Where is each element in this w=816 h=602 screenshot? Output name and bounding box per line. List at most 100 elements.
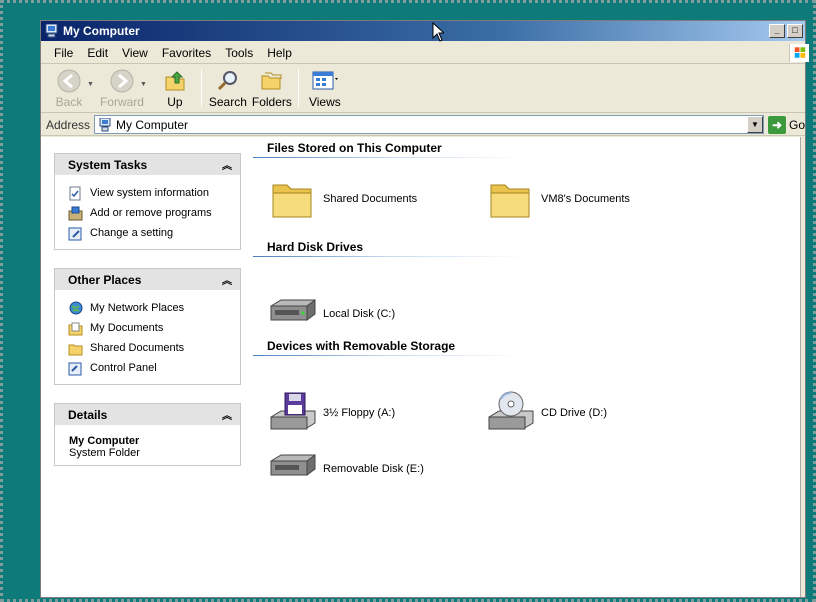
- search-icon: [217, 71, 237, 91]
- section-files-stored: Files Stored on This Computer: [253, 141, 529, 159]
- system-information-icon: [69, 186, 81, 200]
- toolbar-separator: [200, 69, 202, 107]
- my-documents-icon: [68, 322, 83, 335]
- removable-disk-icon: [270, 454, 316, 476]
- section-title: Files Stored on This Computer: [267, 141, 442, 155]
- toolbar-separator-2: [297, 69, 299, 107]
- section-divider: [253, 256, 529, 257]
- floppy-drive-icon: [270, 392, 316, 430]
- mouse-cursor-icon: [432, 22, 444, 42]
- system-tasks-panel: System Tasks ︽ View system information A…: [54, 153, 241, 250]
- add-remove-programs-icon: [68, 206, 83, 220]
- forward-arrow-icon: [110, 69, 134, 93]
- details-header[interactable]: Details ︽: [54, 403, 241, 425]
- minimize-button[interactable]: _: [769, 24, 785, 38]
- network-places-icon: [69, 301, 83, 314]
- computer-icon: [45, 24, 58, 38]
- other-places-title: Other Places: [68, 272, 142, 287]
- item-label: Shared Documents: [323, 193, 418, 205]
- other-places-panel: Other Places ︽ My Network Places My Docu…: [54, 268, 241, 385]
- item-cd-drive-d[interactable]: CD Drive (D:): [487, 391, 607, 435]
- task-change-setting[interactable]: Change a setting: [68, 223, 240, 243]
- menu-help[interactable]: Help: [260, 46, 299, 60]
- up-button[interactable]: Up: [153, 69, 197, 109]
- address-dropdown-button[interactable]: ▼: [746, 116, 763, 133]
- task-pane: System Tasks ︽ View system information A…: [41, 137, 251, 597]
- task-label: Change a setting: [90, 227, 174, 239]
- forward-label: Forward: [99, 95, 144, 109]
- other-places-header[interactable]: Other Places ︽: [54, 268, 241, 290]
- task-label: Add or remove programs: [90, 207, 212, 219]
- folders-icon: [261, 72, 282, 90]
- back-label: Back: [55, 95, 83, 109]
- address-label: Address: [46, 117, 91, 132]
- details-panel: Details ︽ My Computer System Folder: [54, 403, 241, 466]
- task-view-system-information[interactable]: View system information: [68, 183, 240, 203]
- go-button[interactable]: ➜ Go: [767, 115, 805, 134]
- place-label: My Network Places: [90, 302, 185, 314]
- change-setting-icon: [68, 227, 82, 240]
- place-my-network-places[interactable]: My Network Places: [68, 298, 240, 318]
- collapse-chevron-icon[interactable]: ︽: [222, 407, 232, 422]
- menu-view[interactable]: View: [115, 46, 155, 60]
- cd-drive-icon: [488, 391, 534, 430]
- place-my-documents[interactable]: My Documents: [68, 318, 240, 338]
- items-view: Files Stored on This Computer Shared Doc…: [251, 137, 801, 597]
- toolbar: Back ▼ Forward ▼ Up Search Folders Views: [41, 65, 805, 113]
- address-bar: Address My Computer ▼ ➜ Go: [41, 114, 805, 136]
- item-shared-documents[interactable]: Shared Documents: [269, 177, 417, 221]
- place-control-panel[interactable]: Control Panel: [68, 358, 240, 378]
- place-shared-documents[interactable]: Shared Documents: [68, 338, 240, 358]
- views-label: Views: [308, 95, 341, 109]
- section-divider: [253, 157, 529, 158]
- item-vm8-documents[interactable]: VM8's Documents: [487, 177, 630, 221]
- go-label: Go: [788, 117, 805, 132]
- search-button[interactable]: Search: [206, 69, 250, 109]
- menu-file[interactable]: File: [47, 46, 80, 60]
- item-local-disk-c[interactable]: Local Disk (C:): [269, 292, 395, 336]
- item-floppy-a[interactable]: 3½ Floppy (A:): [269, 391, 395, 435]
- address-value: My Computer: [116, 117, 189, 132]
- back-arrow-icon: [57, 69, 81, 93]
- system-tasks-header[interactable]: System Tasks ︽: [54, 153, 241, 175]
- menu-favorites[interactable]: Favorites: [155, 46, 218, 60]
- back-button[interactable]: Back: [47, 69, 91, 109]
- item-removable-disk-e[interactable]: Removable Disk (E:): [269, 447, 424, 491]
- content-area: System Tasks ︽ View system information A…: [41, 137, 801, 597]
- menu-tools[interactable]: Tools: [218, 46, 260, 60]
- place-label: Shared Documents: [90, 342, 185, 354]
- system-tasks-title: System Tasks: [68, 157, 148, 172]
- title-bar[interactable]: My Computer _ □: [41, 21, 805, 41]
- place-label: My Documents: [90, 322, 164, 334]
- address-input[interactable]: My Computer ▼: [94, 115, 764, 134]
- item-label: 3½ Floppy (A:): [323, 407, 396, 419]
- up-label: Up: [167, 95, 183, 109]
- section-title: Hard Disk Drives: [267, 240, 364, 254]
- task-add-remove-programs[interactable]: Add or remove programs: [68, 203, 240, 223]
- folder-up-icon: [165, 71, 185, 91]
- views-button[interactable]: Views: [303, 69, 347, 109]
- computer-icon: [99, 117, 111, 131]
- maximize-button[interactable]: □: [787, 24, 803, 38]
- menu-bar: File Edit View Favorites Tools Help: [41, 42, 809, 64]
- item-label: VM8's Documents: [541, 193, 630, 205]
- control-panel-icon: [68, 362, 82, 375]
- folder-icon: [490, 184, 530, 218]
- folder-icon: [272, 184, 312, 218]
- collapse-chevron-icon[interactable]: ︽: [222, 157, 232, 172]
- forward-button[interactable]: Forward: [100, 69, 144, 109]
- place-label: Control Panel: [90, 362, 157, 374]
- item-label: CD Drive (D:): [541, 407, 607, 419]
- details-title: Details: [68, 407, 108, 422]
- menu-edit[interactable]: Edit: [80, 46, 115, 60]
- item-label: Local Disk (C:): [323, 308, 396, 320]
- task-label: View system information: [90, 187, 210, 199]
- go-arrow-icon: ➜: [767, 115, 786, 134]
- details-item-name: My Computer: [69, 435, 140, 447]
- collapse-chevron-icon[interactable]: ︽: [222, 272, 232, 287]
- folders-button[interactable]: Folders: [250, 69, 294, 109]
- section-hard-disk-drives: Hard Disk Drives: [253, 240, 529, 258]
- section-removable-storage: Devices with Removable Storage: [253, 339, 529, 357]
- hard-disk-icon: [270, 299, 316, 321]
- folders-label: Folders: [251, 95, 292, 109]
